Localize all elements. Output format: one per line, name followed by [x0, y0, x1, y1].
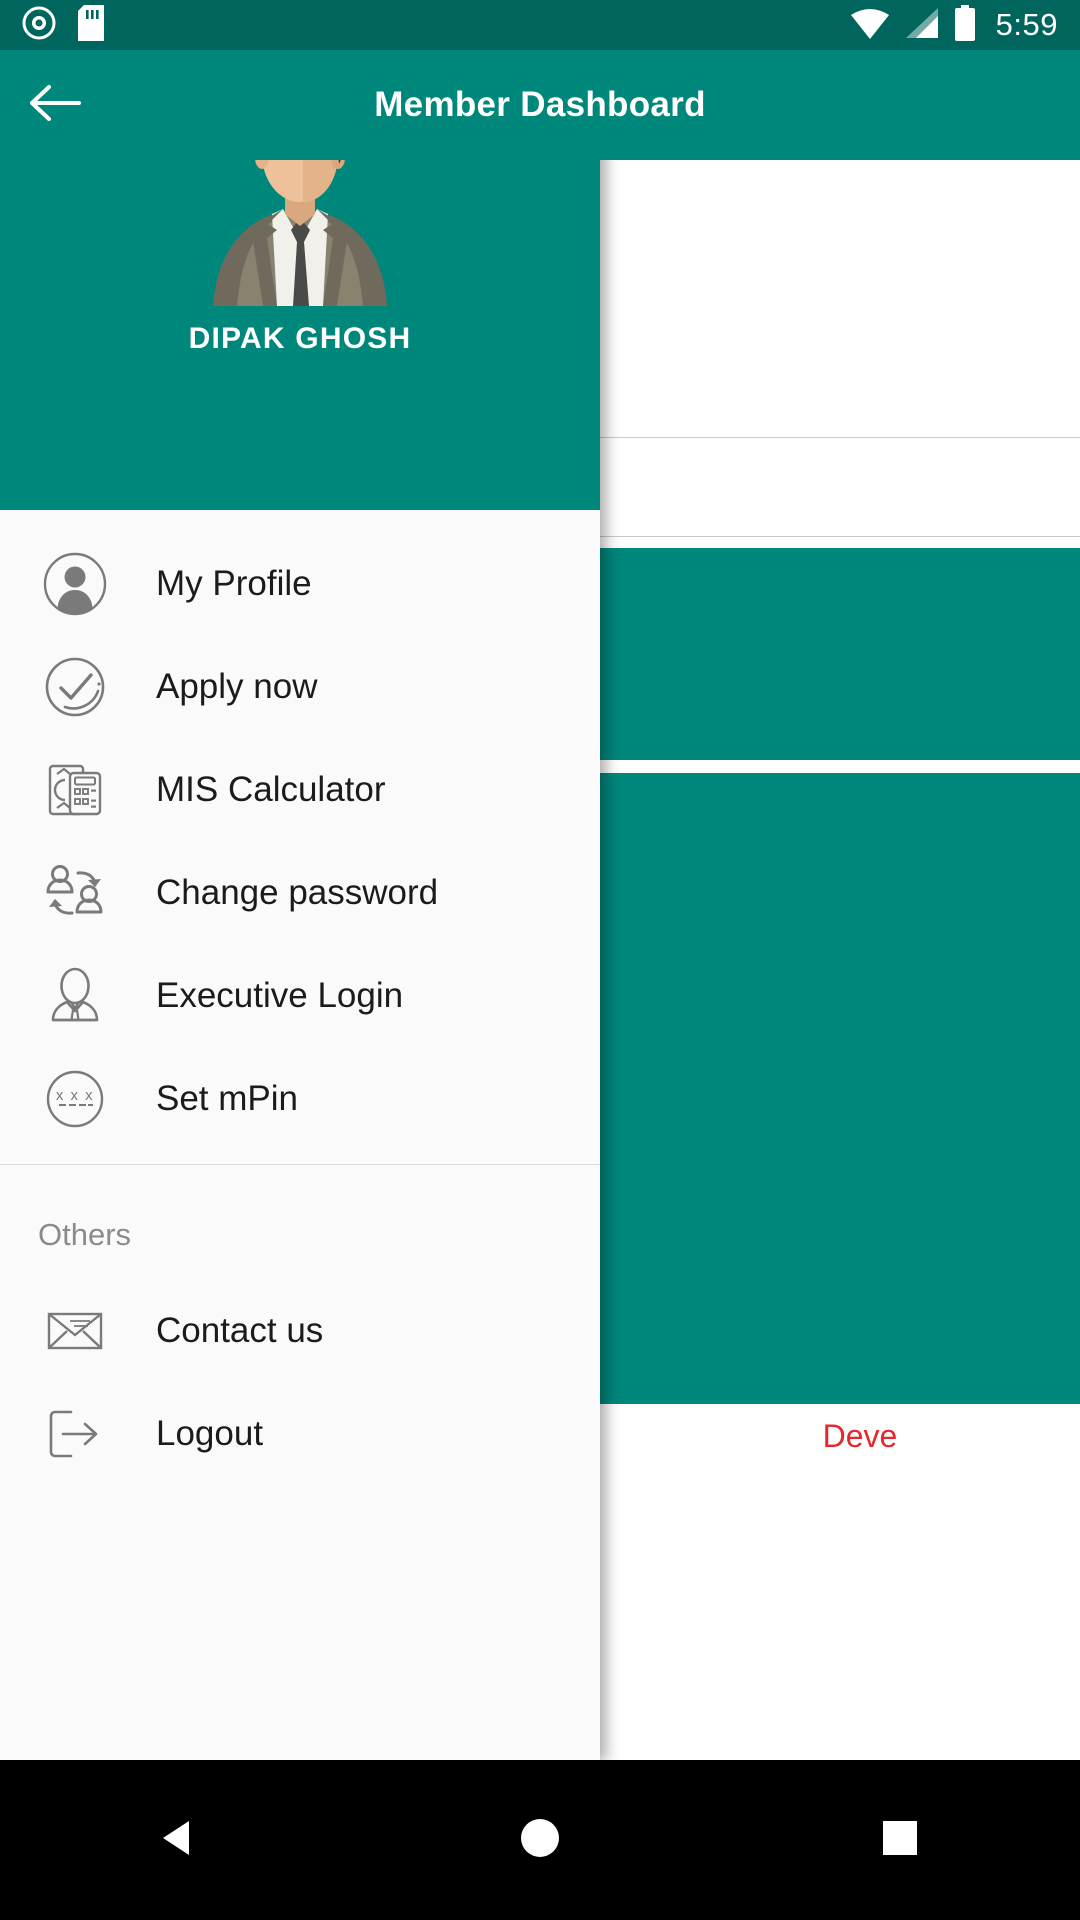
drawer-item-label: Executive Login [156, 975, 404, 1015]
back-button[interactable] [0, 50, 110, 160]
drawer-item-change-password[interactable]: Change password [0, 841, 600, 944]
drawer-item-apply-now[interactable]: Apply now [0, 635, 600, 738]
drawer-item-set-mpin[interactable]: x x x Set mPin [0, 1047, 600, 1150]
drawer-item-my-profile[interactable]: My Profile [0, 532, 600, 635]
drawer-item-label: Set mPin [156, 1078, 298, 1118]
status-bar: 5:59 [0, 0, 1080, 50]
drawer-item-executive-login[interactable]: Executive Login [0, 944, 600, 1047]
nav-back-icon [157, 1815, 203, 1866]
calculator-icon [30, 745, 120, 835]
page-title: Member Dashboard [374, 85, 706, 124]
navigation-drawer: DIPAK GHOSH My Profile Apply now MIS Cal… [0, 50, 600, 1762]
drawer-section-header-others: Others [38, 1217, 132, 1252]
disc-icon [22, 6, 56, 45]
svg-text:x x x: x x x [56, 1087, 94, 1104]
drawer-item-contact-us[interactable]: Contact us [0, 1279, 600, 1382]
nav-home-button[interactable] [480, 1780, 600, 1900]
app-bar: Member Dashboard [0, 50, 1080, 160]
battery-icon [954, 4, 976, 46]
nav-back-button[interactable] [120, 1780, 240, 1900]
drawer-item-logout[interactable]: Logout [0, 1382, 600, 1485]
status-bar-clock: 5:59 [995, 7, 1058, 42]
businessman-icon [30, 951, 120, 1041]
android-nav-bar [0, 1760, 1080, 1920]
drawer-item-label: Logout [156, 1413, 264, 1453]
cellular-signal-icon [904, 6, 940, 45]
account-circle-icon [30, 539, 120, 629]
sd-card-icon [78, 4, 104, 46]
drawer-item-label: Contact us [156, 1310, 324, 1350]
drawer-item-label: Change password [156, 872, 439, 912]
user-swap-icon [30, 848, 120, 938]
back-arrow-icon [29, 83, 81, 128]
drawer-item-label: MIS Calculator [156, 769, 386, 809]
wifi-icon [850, 6, 890, 45]
drawer-item-mis-calculator[interactable]: MIS Calculator [0, 738, 600, 841]
drawer-item-label: Apply now [156, 666, 318, 706]
nav-home-icon [517, 1815, 563, 1866]
drawer-menu-list: My Profile Apply now MIS Calculator Chan… [0, 510, 600, 1485]
pin-dots-circle-icon: x x x [30, 1054, 120, 1144]
logout-arrow-icon [30, 1389, 120, 1479]
envelope-icon [30, 1286, 120, 1376]
nav-recents-button[interactable] [840, 1780, 960, 1900]
check-circle-icon [30, 642, 120, 732]
nav-recents-icon [877, 1815, 923, 1866]
drawer-item-label: My Profile [156, 563, 312, 603]
drawer-user-name: DIPAK GHOSH [188, 322, 412, 355]
